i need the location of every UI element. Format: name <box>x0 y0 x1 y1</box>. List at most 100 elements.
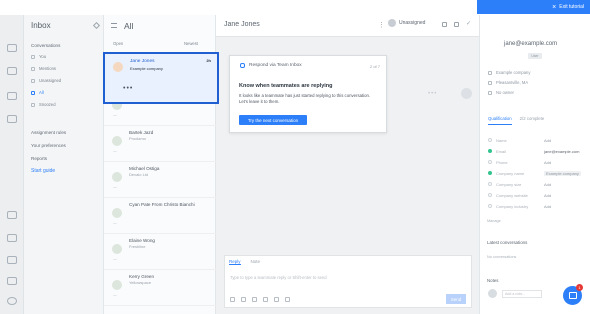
check-icon[interactable]: ✓ <box>466 20 471 27</box>
tag-icon[interactable] <box>442 22 447 27</box>
composer-toolbar <box>230 297 290 302</box>
status-dot <box>488 204 492 208</box>
sort-filter[interactable]: Newest <box>184 41 198 46</box>
your-preferences-link[interactable]: Your preferences <box>31 143 66 148</box>
composer-tabs: Reply Note <box>229 259 260 265</box>
nav-item-unassigned[interactable]: Unassigned <box>31 78 61 83</box>
avatar <box>113 62 123 72</box>
apps-icon[interactable] <box>7 211 17 219</box>
field-row: Company industry Add <box>488 204 551 209</box>
avatar <box>388 19 396 27</box>
start-guide-link[interactable]: Start guide <box>31 168 55 174</box>
latest-conversations-label: Latest conversations <box>487 240 528 245</box>
exit-tutorial-button[interactable]: × Exit tutorial <box>477 0 590 14</box>
field-row: Email jane@example.com <box>488 149 579 154</box>
reply-input[interactable]: Type to type a teammate reply or Shift-e… <box>230 275 327 280</box>
user-details-sidebar: jane@example.com User Example company Pl… <box>479 15 590 314</box>
nav-item-you[interactable]: You <box>31 54 46 59</box>
attachment-icon[interactable] <box>241 297 246 302</box>
tab-note[interactable]: Note <box>251 259 261 265</box>
building-icon <box>488 70 492 75</box>
person-icon <box>31 54 35 59</box>
status-dot <box>488 171 492 175</box>
grid-icon[interactable] <box>7 234 17 242</box>
list-header: All <box>104 15 216 37</box>
next-conversation-button[interactable]: Try the next conversation <box>239 115 307 125</box>
field-row: Company website Add <box>488 193 551 198</box>
list-item[interactable]: Kerry Green Yellowspace — <box>104 270 216 306</box>
nav-item-all[interactable]: All <box>31 90 44 95</box>
person-icon <box>488 90 492 95</box>
at-icon <box>31 66 35 71</box>
tab-complete[interactable]: 2/2 complete <box>520 116 545 125</box>
avatar <box>112 244 122 254</box>
avatar <box>461 88 472 99</box>
conversations-header[interactable]: Conversations <box>31 43 60 48</box>
user-avatar[interactable] <box>7 297 17 305</box>
snooze-icon[interactable] <box>454 22 459 27</box>
menu-icon[interactable] <box>111 23 117 28</box>
app-rail <box>0 15 24 314</box>
user-type-badge: User <box>528 53 542 59</box>
avatar <box>112 136 122 146</box>
field-row: Company name Example company <box>488 171 581 176</box>
tooltip-heading: Know when teammates are replying <box>239 83 333 89</box>
search-icon[interactable] <box>92 21 101 30</box>
location-icon <box>488 80 492 85</box>
conversation-title: Jane Jones <box>224 21 260 28</box>
field-row: Company size Add <box>488 182 551 187</box>
list-filters: Open Newest <box>104 39 216 49</box>
clock-icon <box>31 102 35 107</box>
tutorial-tooltip: Respond via Team Inbox 2 of 7 Know when … <box>229 55 387 133</box>
list-item[interactable]: Michael Ostiga Devalo Ltd — <box>104 162 216 198</box>
chart-icon[interactable] <box>7 67 17 75</box>
manage-link[interactable]: Manage <box>487 219 501 223</box>
inbox-icon[interactable] <box>7 44 17 52</box>
image-icon[interactable] <box>252 297 257 302</box>
gif-icon[interactable] <box>263 297 268 302</box>
send-button[interactable]: Send <box>446 294 466 304</box>
close-icon: × <box>552 3 557 11</box>
tab-reply[interactable]: Reply <box>229 259 241 265</box>
emoji-icon[interactable] <box>230 297 235 302</box>
tab-qualification[interactable]: Qualification <box>488 116 512 125</box>
selected-conversation[interactable]: Jane Jones Example company 2h ••• <box>103 52 219 104</box>
bell-icon[interactable] <box>7 256 17 264</box>
status-filter[interactable]: Open <box>113 41 123 46</box>
list-item[interactable]: Bartek Jazd Prodizmo — <box>104 126 216 162</box>
status-dot <box>488 138 492 142</box>
owner-detail: No owner <box>488 90 514 95</box>
location-detail: Pleasantville, MA <box>488 80 528 85</box>
user-email: jane@example.com <box>504 41 558 47</box>
typing-indicator: ••• <box>123 85 134 92</box>
more-icon[interactable]: ⋮ <box>378 21 385 29</box>
assignment-rules-link[interactable]: Assignment rules <box>31 130 66 135</box>
people-icon[interactable] <box>7 92 17 100</box>
nav-item-mentions[interactable]: Mentions <box>31 66 56 71</box>
typing-placeholder: ••• <box>428 91 438 97</box>
notes-label: Notes <box>487 278 499 283</box>
avatar <box>112 172 122 182</box>
book-icon[interactable] <box>7 115 17 123</box>
status-dot <box>488 193 492 197</box>
conversation-header: Jane Jones ⋮ Unassigned ✓ <box>216 15 479 37</box>
article-icon[interactable] <box>274 297 279 302</box>
field-row: Name Add <box>488 138 551 143</box>
reports-link[interactable]: Reports <box>31 156 47 161</box>
help-icon[interactable] <box>7 277 17 285</box>
list-icon <box>31 90 35 95</box>
tooltip-title: Respond via Team Inbox <box>240 63 302 68</box>
chat-launcher-button[interactable]: 1 <box>563 284 583 305</box>
nav-item-snoozed[interactable]: Snoozed <box>31 102 56 107</box>
chat-icon <box>568 292 577 299</box>
note-input[interactable]: Add a note... <box>502 290 542 298</box>
avatar <box>112 208 122 218</box>
list-title: All <box>124 21 134 31</box>
list-item[interactable]: Cyan Pate From Christo Bianchi — <box>104 198 216 234</box>
latest-conversations-empty: No conversations <box>487 255 517 259</box>
inbox-icon <box>240 63 245 68</box>
assignee-dropdown[interactable]: Unassigned <box>388 19 425 27</box>
tooltip-pager: 2 of 7 <box>369 64 380 69</box>
macro-icon[interactable] <box>285 297 290 302</box>
list-item[interactable]: Elaine Wong Freshline — <box>104 234 216 270</box>
